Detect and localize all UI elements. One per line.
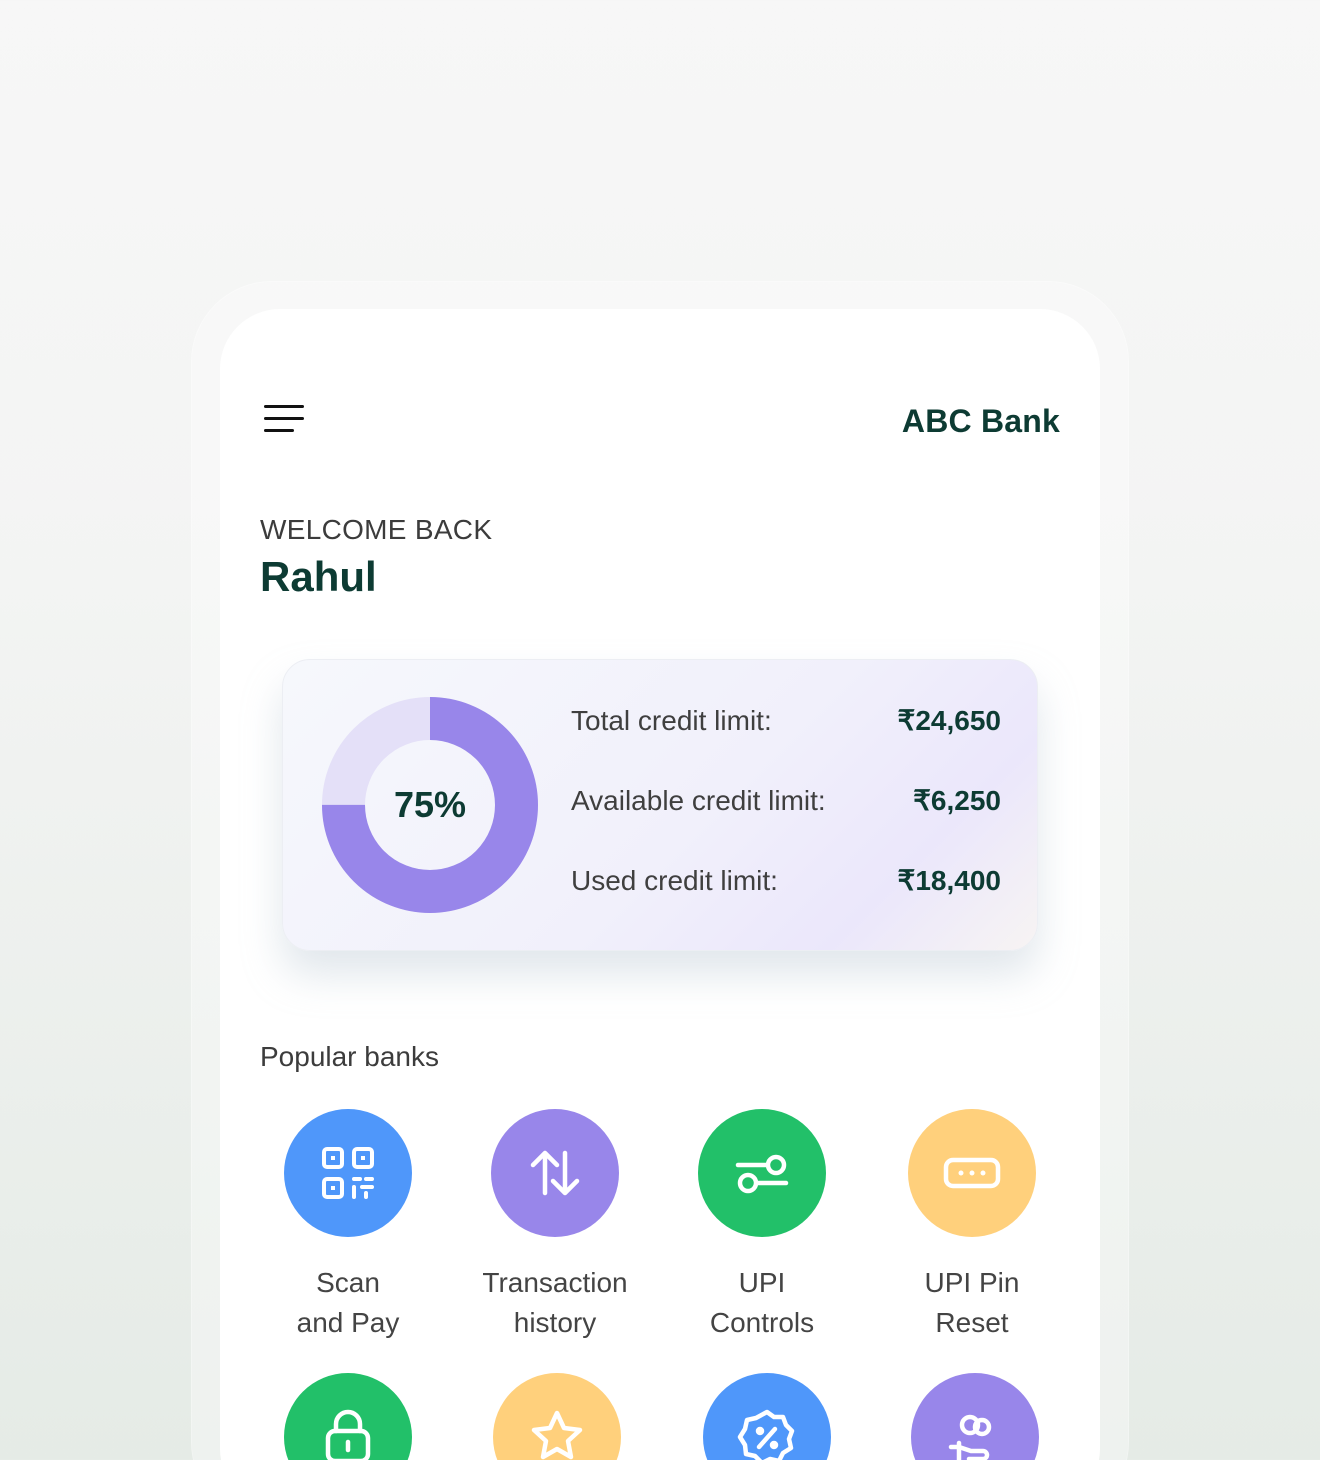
arrows-up-down-icon	[530, 1150, 580, 1196]
action-label: UPI Pin Reset	[872, 1263, 1072, 1343]
action-circle	[908, 1109, 1036, 1237]
discount-badge-icon	[737, 1409, 795, 1460]
user-name: Rahul	[260, 553, 377, 600]
credit-row-total: Total credit limit: ₹24,650	[571, 704, 1001, 737]
toggle-controls-icon	[735, 1154, 789, 1194]
action-label-line: UPI Pin	[924, 1267, 1020, 1298]
action-transaction-history[interactable]: Transaction history	[455, 1109, 655, 1343]
bank-name: ABC Bank	[901, 403, 1060, 439]
action-label-line: and Pay	[296, 1307, 400, 1338]
action-label-line: Reset	[935, 1307, 1009, 1338]
action-circle	[493, 1373, 621, 1460]
action-label-line: Transaction	[482, 1267, 628, 1298]
action-circle	[284, 1373, 412, 1460]
phone-screen: ABC Bank WELCOME BACK Rahul 75% Total cr…	[220, 309, 1100, 1460]
credit-row-available: Available credit limit: ₹6,250	[571, 784, 1001, 817]
action-circle	[698, 1109, 826, 1237]
qr-code-icon	[322, 1147, 374, 1199]
pin-dots-icon	[943, 1157, 1001, 1189]
credit-row-used: Used credit limit: ₹18,400	[571, 864, 1001, 897]
action-scan-and-pay[interactable]: Scan and Pay	[248, 1109, 448, 1343]
action-upi-controls[interactable]: UPI Controls	[662, 1109, 862, 1343]
action-circle	[703, 1373, 831, 1460]
lock-icon	[325, 1409, 371, 1460]
action-label-line: history	[513, 1307, 597, 1338]
hand-coins-icon	[948, 1414, 992, 1460]
action-circle	[911, 1373, 1039, 1460]
credit-row-value: ₹24,650	[897, 705, 1001, 736]
action-circle	[284, 1109, 412, 1237]
credit-row-label: Total credit limit:	[571, 704, 772, 736]
action-offers[interactable]	[667, 1373, 867, 1460]
action-label: Transaction history	[455, 1263, 655, 1343]
welcome-text: WELCOME BACK	[260, 514, 493, 545]
star-icon	[531, 1410, 583, 1460]
credit-row-label: Used credit limit:	[571, 864, 778, 896]
action-loans[interactable]	[875, 1373, 1075, 1460]
section-title: Popular banks	[260, 1041, 440, 1072]
credit-row-value: ₹18,400	[897, 865, 1001, 896]
hamburger-menu-icon[interactable]	[264, 405, 304, 437]
credit-row-label: Available credit limit:	[571, 784, 826, 816]
action-label: Scan and Pay	[248, 1263, 448, 1343]
credit-summary-card: 75% Total credit limit: ₹24,650 Availabl…	[282, 659, 1038, 951]
action-label-line: Controls	[709, 1307, 815, 1338]
action-label-line: UPI	[738, 1267, 786, 1298]
credit-used-percent: 75%	[393, 784, 467, 825]
action-label-line: Scan	[316, 1267, 380, 1298]
action-upi-pin-reset[interactable]: UPI Pin Reset	[872, 1109, 1072, 1343]
action-circle	[491, 1109, 619, 1237]
credit-row-value: ₹6,250	[913, 785, 1001, 816]
action-lock[interactable]	[248, 1373, 448, 1460]
action-favourites[interactable]	[457, 1373, 657, 1460]
action-label: UPI Controls	[662, 1263, 862, 1343]
